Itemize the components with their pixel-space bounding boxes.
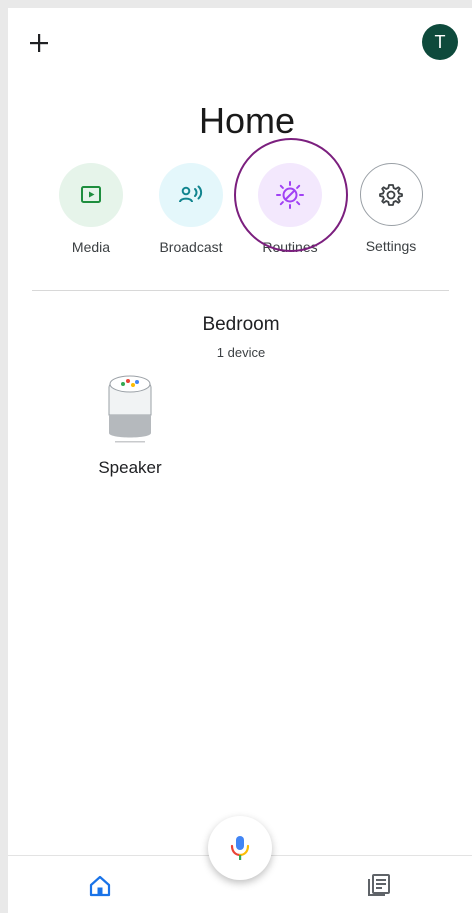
- avatar[interactable]: T: [422, 24, 458, 60]
- settings-button[interactable]: Settings: [341, 163, 441, 254]
- broadcast-circle: [159, 163, 223, 227]
- settings-circle: [359, 163, 423, 226]
- routines-label: Routines: [262, 239, 318, 255]
- nav-feed-tab[interactable]: [366, 872, 392, 903]
- routines-button[interactable]: Routines: [240, 163, 340, 255]
- media-icon: [81, 186, 101, 203]
- divider: [32, 290, 449, 291]
- device-name: Speaker: [98, 458, 162, 477]
- page-title: Home: [198, 100, 296, 141]
- media-circle: [59, 163, 123, 227]
- settings-label: Settings: [365, 238, 417, 254]
- mic-icon: [230, 836, 250, 860]
- mic-button[interactable]: [208, 816, 272, 880]
- media-label: Media: [71, 239, 111, 255]
- plus-icon: [30, 34, 48, 52]
- home-icon: [89, 875, 111, 897]
- avatar-initial: T: [434, 31, 446, 52]
- room-device-count: 1 device: [216, 345, 266, 360]
- broadcast-button[interactable]: Broadcast: [141, 163, 241, 255]
- gear-icon: [379, 183, 403, 206]
- media-button[interactable]: Media: [41, 163, 141, 255]
- device-tile-speaker[interactable]: Speaker: [80, 373, 180, 478]
- app-screen: T Home Media Broadcast Routines Settings…: [8, 8, 472, 913]
- routines-icon: [276, 181, 304, 209]
- add-button[interactable]: [24, 28, 54, 58]
- broadcast-icon: [179, 185, 203, 203]
- feed-icon: [368, 874, 390, 896]
- nav-home-tab[interactable]: [88, 874, 112, 903]
- room-title: Bedroom: [202, 314, 280, 335]
- broadcast-label: Broadcast: [159, 239, 223, 255]
- routines-circle: [258, 163, 322, 227]
- google-home-speaker-icon: [108, 375, 152, 443]
